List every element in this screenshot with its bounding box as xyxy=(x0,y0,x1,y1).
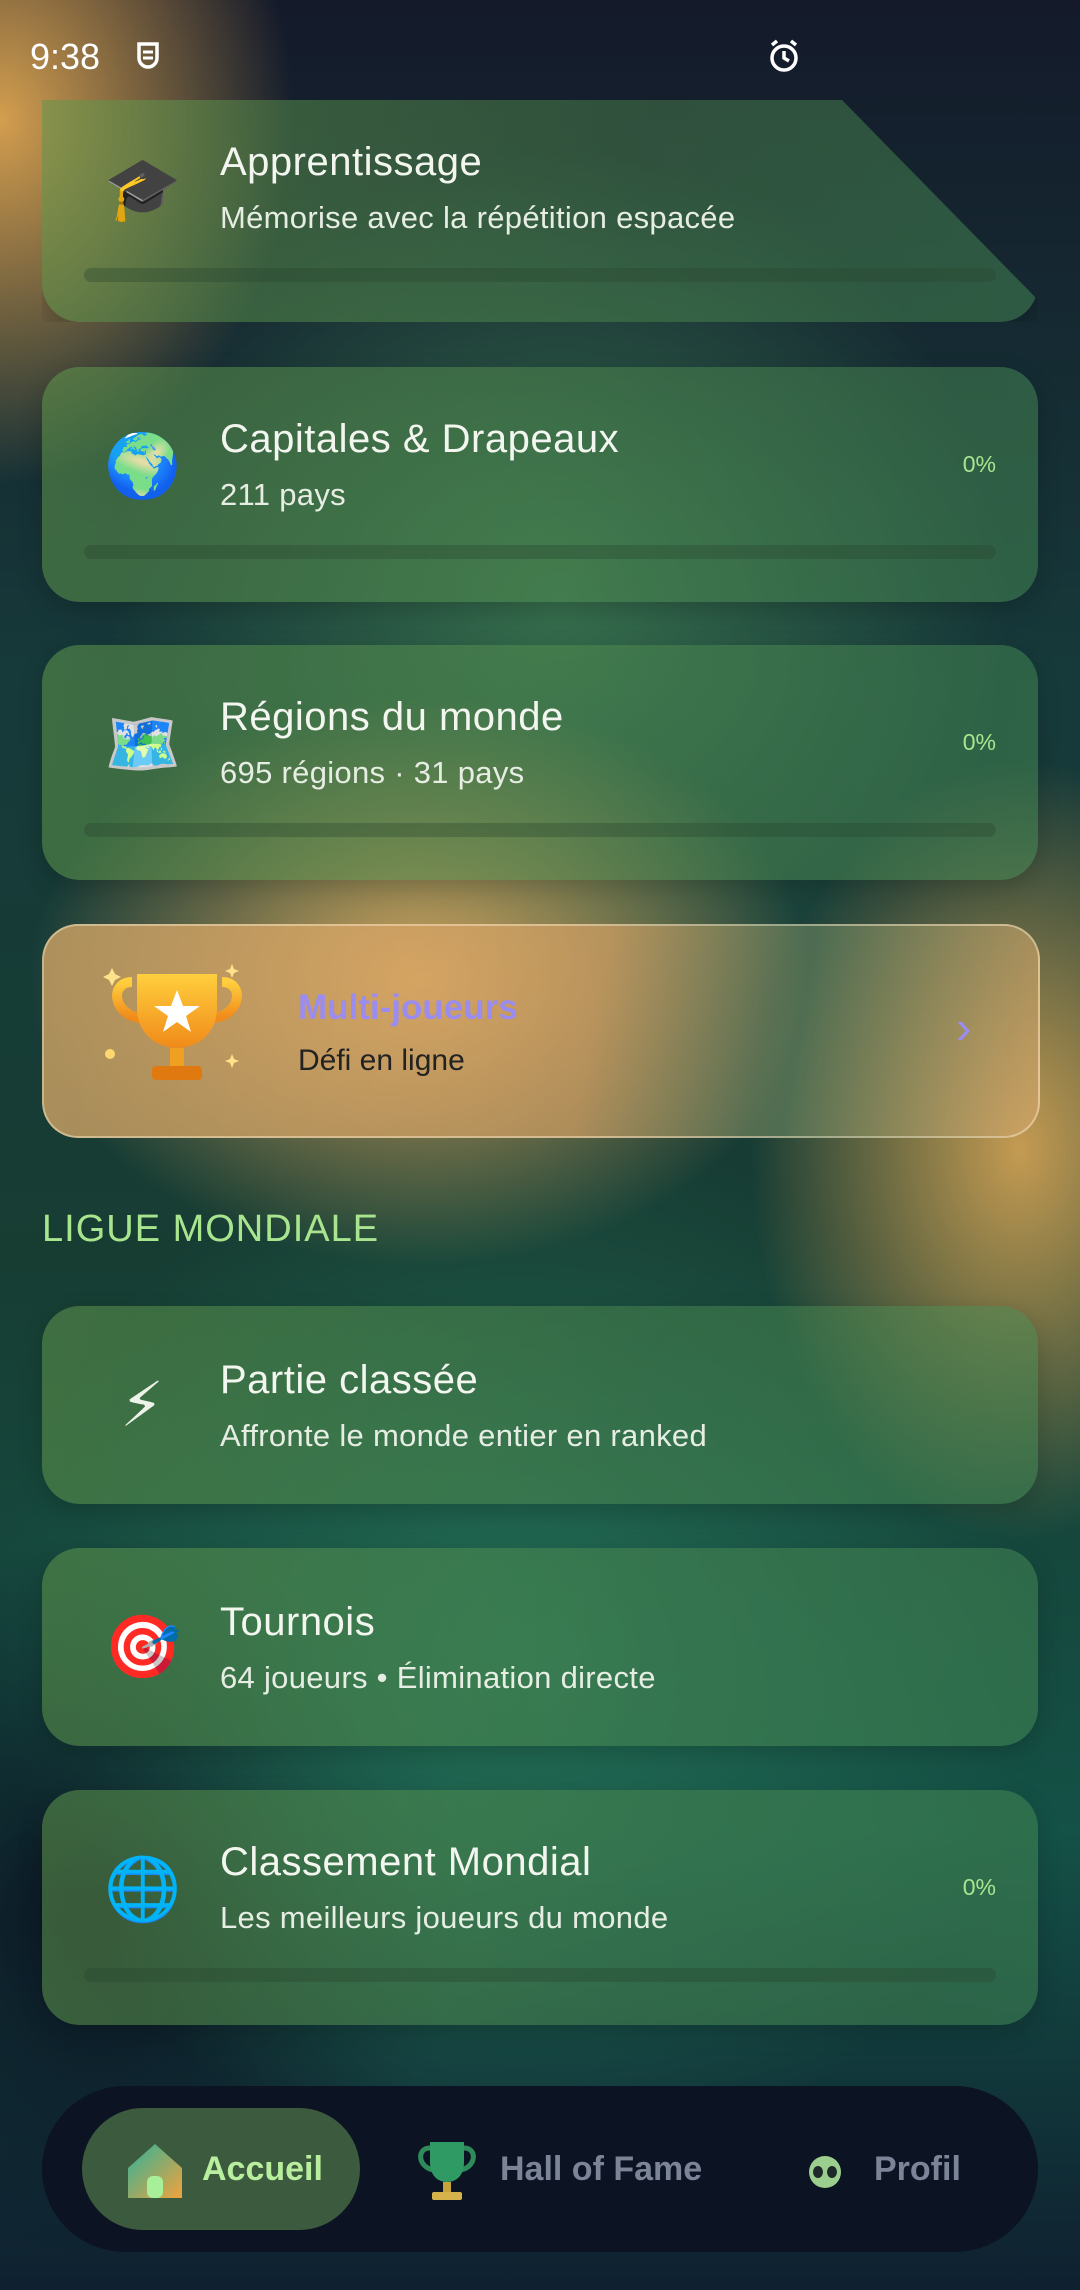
progress-bar xyxy=(84,1968,996,1982)
card-subtitle: Mémorise avec la répétition espacée xyxy=(220,200,736,235)
bottom-navigation: Accueil Hall of Fame Profil xyxy=(42,2086,1038,2252)
progress-percent: 0% xyxy=(962,1874,996,1900)
alarm-icon xyxy=(770,39,798,72)
card-title: Apprentissage xyxy=(220,140,483,184)
trophy-icon xyxy=(103,964,242,1080)
section-title-ligue: LIGUE MONDIALE xyxy=(42,1208,380,1250)
nav-label: Profil xyxy=(874,2150,961,2188)
progress-percent: 0% xyxy=(962,451,996,477)
card-title: Tournois xyxy=(220,1600,376,1644)
card-title: Partie classée xyxy=(220,1358,479,1402)
globe-africa-icon: 🌍 xyxy=(104,432,182,501)
multiplayer-subtitle: Défi en ligne xyxy=(298,1044,465,1077)
card-subtitle: Les meilleurs joueurs du monde xyxy=(220,1900,669,1935)
nav-label: Hall of Fame xyxy=(500,2150,703,2188)
card-classement[interactable]: 🌐 Classement Mondial Les meilleurs joueu… xyxy=(42,1790,1038,2025)
card-ranked[interactable]: ⚡ Partie classée Affronte le monde entie… xyxy=(42,1306,1038,1504)
status-time: 9:38 xyxy=(30,36,101,77)
world-map-icon: 🗺️ xyxy=(104,710,182,779)
home-icon xyxy=(128,2144,182,2198)
card-capitales[interactable]: 🌍 Capitales & Drapeaux 211 pays 0% xyxy=(42,367,1038,602)
progress-percent: 0% xyxy=(962,729,996,755)
shield-status-icon xyxy=(137,42,159,69)
card-regions[interactable]: 🗺️ Régions du monde 695 régions · 31 pay… xyxy=(42,645,1038,880)
multiplayer-card[interactable]: Multi-joueurs Défi en ligne › xyxy=(42,924,1040,1138)
alien-avatar-icon xyxy=(809,2156,841,2188)
card-subtitle: 695 régions · 31 pays xyxy=(220,755,525,790)
card-subtitle: 64 joueurs • Élimination directe xyxy=(220,1660,656,1695)
graduation-cap-icon: 🎓 xyxy=(104,155,182,224)
card-title: Capitales & Drapeaux xyxy=(220,417,620,461)
nav-item-profil[interactable]: Profil xyxy=(792,2108,1002,2230)
trophy-icon xyxy=(418,2142,476,2200)
card-tournois[interactable]: 🎯 Tournois 64 joueurs • Élimination dire… xyxy=(42,1548,1038,1746)
target-icon: 🎯 xyxy=(104,1613,182,1682)
nav-item-hall-of-fame[interactable]: Hall of Fame xyxy=(412,2108,732,2230)
lightning-icon: ⚡ xyxy=(120,1371,164,1440)
multiplayer-title: Multi-joueurs xyxy=(298,988,518,1027)
globe-meridians-icon: 🌐 xyxy=(104,1855,182,1924)
progress-bar xyxy=(84,823,996,837)
card-title: Régions du monde xyxy=(220,695,564,739)
nav-label: Accueil xyxy=(202,2150,323,2188)
status-bar: 9:38 xyxy=(0,0,1080,115)
progress-bar xyxy=(84,268,996,282)
progress-bar xyxy=(84,545,996,559)
nav-item-accueil[interactable]: Accueil xyxy=(82,2108,360,2230)
card-subtitle: Affronte le monde entier en ranked xyxy=(220,1418,707,1453)
card-subtitle: 211 pays xyxy=(220,477,346,512)
chevron-right-icon: › xyxy=(956,1001,972,1053)
card-title: Classement Mondial xyxy=(220,1840,592,1884)
